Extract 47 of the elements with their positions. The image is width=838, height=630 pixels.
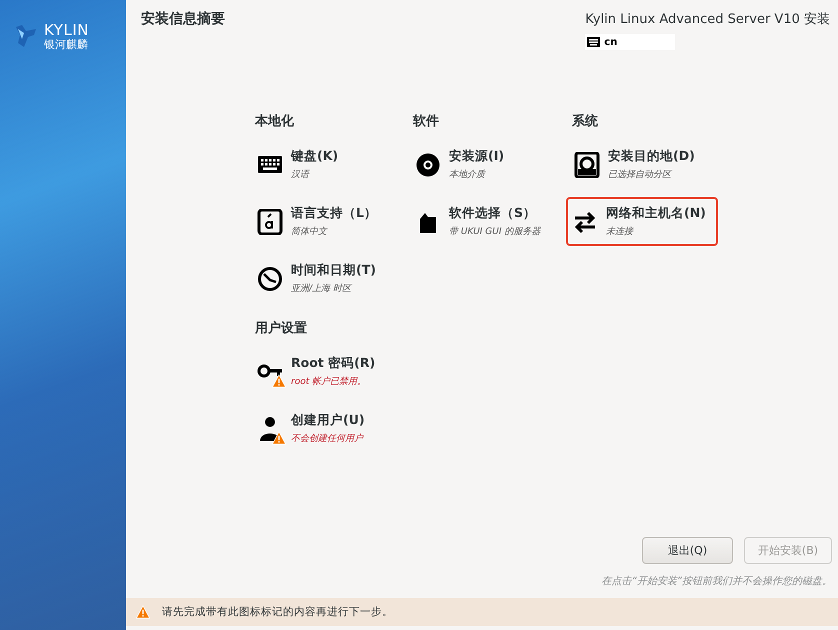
- logo-subtext: 银河麒麟: [44, 38, 89, 51]
- spoke-label: 时间和日期(T): [291, 262, 376, 279]
- warning-message: 请先完成带有此图标标记的内容再进行下一步。: [162, 605, 393, 619]
- keyboard-icon: [587, 37, 600, 47]
- spoke-status: root 帐户已禁用。: [291, 376, 368, 388]
- section-heading: 用户设置: [255, 320, 308, 337]
- spoke-item[interactable]: 安装源(I) 本地介质: [413, 140, 567, 189]
- spoke-label: 语言支持（L）: [291, 205, 377, 222]
- spoke-item[interactable]: 语言支持（L） 简体中文: [255, 197, 409, 246]
- spoke-label: 软件选择（S）: [449, 205, 538, 222]
- language-icon: [257, 208, 283, 234]
- warning-icon: [272, 374, 286, 388]
- spoke-item[interactable]: 时间和日期(T) 亚洲/上海 时区: [255, 254, 409, 303]
- disk-note: 在点击“开始安装”按钮前我们并不会操作您的磁盘。: [602, 574, 832, 588]
- spoke-label: 网络和主机名(N): [606, 205, 706, 222]
- spoke-item[interactable]: 软件选择（S） 带 UKUI GUI 的服务器: [413, 197, 567, 246]
- section-heading: 软件: [413, 113, 440, 130]
- keyboard-layout-text: cn: [604, 36, 618, 48]
- spoke-item[interactable]: Root 密码(R) root 帐户已禁用。: [255, 347, 409, 396]
- spoke-status: 汉语: [291, 168, 311, 181]
- disc-icon: [415, 152, 441, 178]
- spoke-status: 本地介质: [449, 168, 487, 181]
- spoke-label: 安装源(I): [449, 148, 504, 165]
- spoke-label: 键盘(K): [291, 148, 338, 165]
- spoke-label: 安装目的地(D): [608, 148, 695, 165]
- keyboard-layout-indicator[interactable]: cn: [585, 34, 676, 50]
- spoke-status: 简体中文: [291, 226, 329, 238]
- spoke-status: 亚洲/上海 时区: [291, 282, 354, 295]
- warning-icon: [272, 430, 286, 444]
- spoke-item[interactable]: 安装目的地(D) 已选择自动分区: [572, 140, 726, 189]
- warning-icon: [136, 605, 150, 619]
- clock-icon: [257, 266, 283, 292]
- page-title: 安装信息摘要: [141, 10, 225, 28]
- spoke-label: 创建用户(U): [291, 412, 365, 429]
- spoke-status: 不会创建任何用户: [291, 432, 365, 445]
- product-title: Kylin Linux Advanced Server V10 安装: [585, 11, 830, 28]
- spoke-item[interactable]: 键盘(K) 汉语: [255, 140, 409, 189]
- spoke-status: 带 UKUI GUI 的服务器: [449, 226, 540, 238]
- spoke-status: 未连接: [606, 226, 635, 238]
- spoke-label: Root 密码(R): [291, 355, 376, 372]
- section-heading: 本地化: [255, 113, 295, 130]
- logo-text: KYLIN: [44, 22, 89, 38]
- spoke-item[interactable]: 网络和主机名(N) 未连接: [566, 197, 718, 246]
- quit-button[interactable]: 退出(Q): [642, 537, 733, 564]
- section-heading: 系统: [572, 112, 599, 130]
- spoke-status: 已选择自动分区: [608, 168, 674, 181]
- spoke-item[interactable]: 创建用户(U) 不会创建任何用户: [255, 404, 409, 453]
